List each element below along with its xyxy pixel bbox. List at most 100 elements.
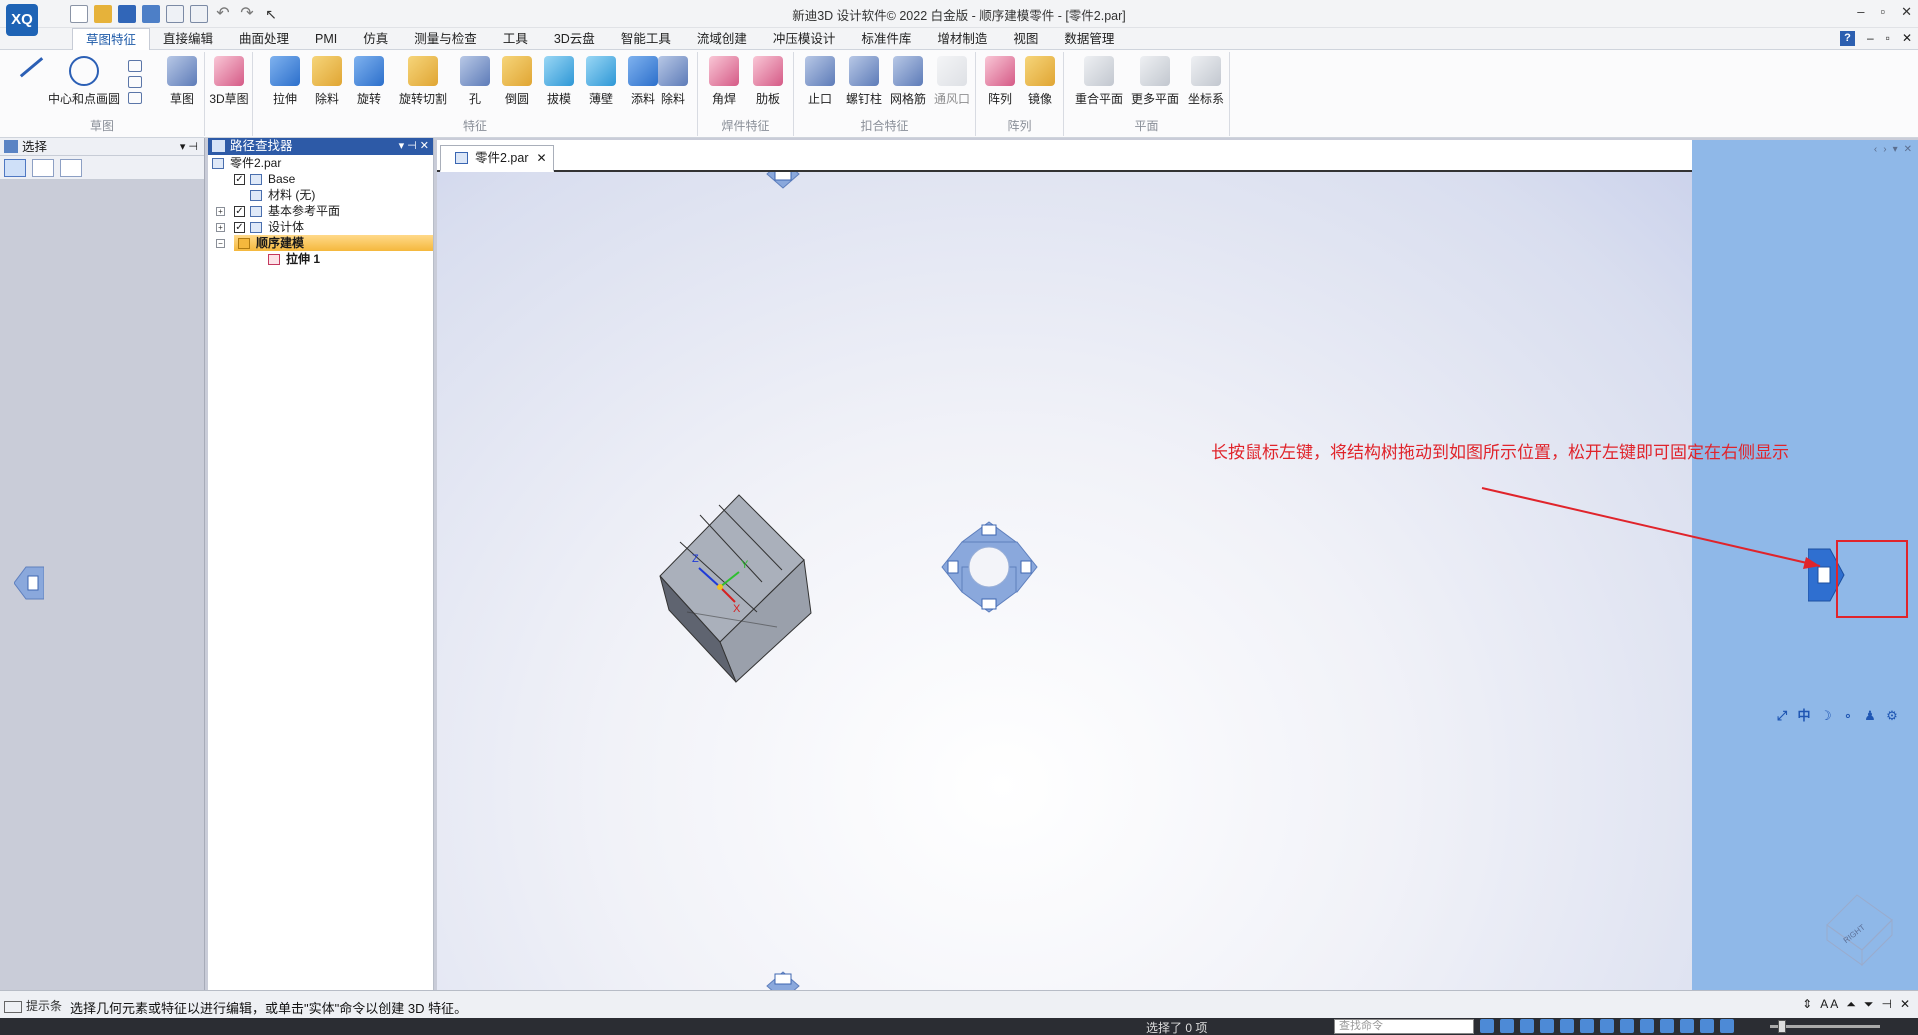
cut-button[interactable]: 除料 xyxy=(305,56,349,107)
zoom-slider-knob[interactable] xyxy=(1778,1020,1786,1033)
pan-icon[interactable] xyxy=(1560,1019,1574,1033)
select-mode-icon[interactable] xyxy=(4,159,26,177)
new-file-icon[interactable] xyxy=(70,5,88,23)
path-finder-header[interactable]: 路径查找器 ▾ ⊣ ✕ xyxy=(208,138,433,155)
tab-data-management[interactable]: 数据管理 xyxy=(1051,28,1127,50)
tree-item-design-body[interactable]: + ✓ 设计体 xyxy=(208,219,433,235)
left-dock-target-icon[interactable] xyxy=(14,563,44,603)
mini-minimize-button[interactable]: – xyxy=(1867,31,1874,46)
extrude-button[interactable]: 拉伸 xyxy=(263,56,307,107)
tab-die-design[interactable]: 冲压模设计 xyxy=(760,28,849,50)
render-icon[interactable]: ∘ xyxy=(1841,709,1855,723)
record-icon[interactable] xyxy=(1720,1019,1734,1033)
camera-icon[interactable] xyxy=(1700,1019,1714,1033)
moon-shade-icon[interactable]: ☽ xyxy=(1819,709,1833,723)
curve-icon[interactable] xyxy=(128,92,142,104)
save-icon[interactable] xyxy=(118,5,136,23)
zoom-slider[interactable] xyxy=(1770,1020,1880,1033)
zoom-fit-icon[interactable] xyxy=(1520,1019,1534,1033)
zoom-window-icon[interactable] xyxy=(1540,1019,1554,1033)
zoom-area-icon[interactable]: ⤢ xyxy=(1775,709,1789,723)
right-dock-controls[interactable]: ‹ › ▾ ✕ xyxy=(1874,144,1912,155)
tab-additive[interactable]: 增材制造 xyxy=(924,28,1000,50)
mini-close-button[interactable]: ✕ xyxy=(1902,31,1912,46)
draft-button[interactable]: 拔模 xyxy=(537,56,581,107)
select-pointer-icon[interactable]: ↖ xyxy=(262,5,280,23)
view-orient-icon[interactable] xyxy=(1600,1019,1614,1033)
select-panel-pin-icon[interactable]: ▾ ⊣ xyxy=(180,138,198,156)
tree-item-material[interactable]: 材料 (无) xyxy=(208,187,433,203)
coordinate-system-button[interactable]: 坐标系 xyxy=(1184,56,1228,107)
3d-sketch-button[interactable]: 3D草图 xyxy=(207,56,251,107)
tab-direct-edit[interactable]: 直接编辑 xyxy=(150,28,226,50)
display-icon[interactable] xyxy=(1660,1019,1674,1033)
reference-planes-checkbox[interactable]: ✓ xyxy=(234,206,245,217)
design-body-checkbox[interactable]: ✓ xyxy=(234,222,245,233)
expand-icon[interactable]: + xyxy=(216,207,225,216)
mini-restore-button[interactable]: ▫ xyxy=(1886,31,1890,46)
open-file-icon[interactable] xyxy=(94,5,112,23)
expand-icon[interactable]: + xyxy=(216,223,225,232)
hole-button[interactable]: 孔 xyxy=(453,56,497,107)
mirror-button[interactable]: 镜像 xyxy=(1018,56,1062,107)
tab-smart-tools[interactable]: 智能工具 xyxy=(608,28,684,50)
remove-material-button[interactable]: 除料 xyxy=(651,56,695,107)
base-checkbox[interactable]: ✓ xyxy=(234,174,245,185)
document-icon[interactable] xyxy=(166,5,184,23)
tab-sketch-features[interactable]: 草图特征 xyxy=(72,28,151,50)
copy-icon[interactable] xyxy=(190,5,208,23)
boss-button[interactable]: 螺钉柱 xyxy=(842,56,886,107)
more-planes-button[interactable]: 更多平面 xyxy=(1128,56,1182,107)
pin-icon[interactable]: ⊣ xyxy=(1881,997,1891,1012)
tab-standard-parts[interactable]: 标准件库 xyxy=(848,28,924,50)
view-cube-icon[interactable]: RIGHT xyxy=(1812,890,1902,980)
collapse-icon[interactable]: − xyxy=(216,239,225,248)
scroll-icon[interactable]: ⇕ xyxy=(1802,997,1812,1012)
pattern-button[interactable]: 阵列 xyxy=(978,56,1022,107)
revolve-cut-button[interactable]: 旋转切割 xyxy=(395,56,451,107)
web-network-button[interactable]: 网格筋 xyxy=(886,56,930,107)
tree-item-sequential-modeling[interactable]: − 顺序建模 xyxy=(216,235,433,251)
tab-flow[interactable]: 流域创建 xyxy=(684,28,760,50)
sketch-button[interactable]: 草图 xyxy=(160,56,204,107)
path-finder-controls[interactable]: ▾ ⊣ ✕ xyxy=(399,138,429,155)
minimize-button[interactable]: – xyxy=(1857,4,1864,20)
lip-button[interactable]: 止口 xyxy=(798,56,842,107)
close-button[interactable]: ✕ xyxy=(1901,4,1912,20)
tab-pmi[interactable]: PMI xyxy=(302,28,350,50)
select-tree-icon[interactable] xyxy=(32,159,54,177)
round-button[interactable]: 倒圆 xyxy=(495,56,539,107)
thinwall-button[interactable]: 薄壁 xyxy=(579,56,623,107)
lighting-icon[interactable] xyxy=(1680,1019,1694,1033)
fillet-weld-button[interactable]: 角焊 xyxy=(702,56,746,107)
tab-view[interactable]: 视图 xyxy=(1000,28,1051,50)
command-search-input[interactable]: 查找命令 xyxy=(1334,1019,1474,1034)
user-icon[interactable]: ♟ xyxy=(1863,709,1877,723)
expand-up-icon[interactable]: ⏶ xyxy=(1846,997,1856,1012)
arrow-icon[interactable] xyxy=(1480,1019,1494,1033)
tab-3d-cloud[interactable]: 3D云盘 xyxy=(541,28,608,50)
settings-icon[interactable]: ⚙ xyxy=(1885,709,1899,723)
collapse-icon[interactable]: ⏷ xyxy=(1864,997,1874,1012)
tab-inspect[interactable]: 测量与检查 xyxy=(401,28,490,50)
help-icon[interactable]: ? xyxy=(1839,31,1855,46)
app-logo[interactable]: XQ xyxy=(6,4,38,36)
center-circle-button[interactable]: 中心和点画圆 xyxy=(44,56,124,107)
undo-icon[interactable]: ↶ xyxy=(214,5,232,23)
rectangle-icon[interactable] xyxy=(128,60,142,72)
close-hint-icon[interactable]: ✕ xyxy=(1900,997,1910,1012)
revolve-button[interactable]: 旋转 xyxy=(347,56,391,107)
center-view-icon[interactable]: 中 xyxy=(1797,709,1811,723)
3d-viewport[interactable]: Z Y X xyxy=(437,172,1692,990)
gusset-button[interactable]: 肋板 xyxy=(746,56,790,107)
redo-icon[interactable]: ↷ xyxy=(238,5,256,23)
tree-item-part[interactable]: 零件2.par xyxy=(208,155,433,171)
font-size-icon[interactable]: A A xyxy=(1820,997,1838,1012)
shaded-icon[interactable] xyxy=(1620,1019,1634,1033)
tree-item-reference-planes[interactable]: + ✓ 基本参考平面 xyxy=(208,203,433,219)
save-as-icon[interactable] xyxy=(142,5,160,23)
rotate-icon[interactable] xyxy=(1580,1019,1594,1033)
tree-item-base[interactable]: ✓ Base xyxy=(208,171,433,187)
tab-surfacing[interactable]: 曲面处理 xyxy=(226,28,302,50)
tree-item-extrude[interactable]: 拉伸 1 xyxy=(208,251,433,267)
